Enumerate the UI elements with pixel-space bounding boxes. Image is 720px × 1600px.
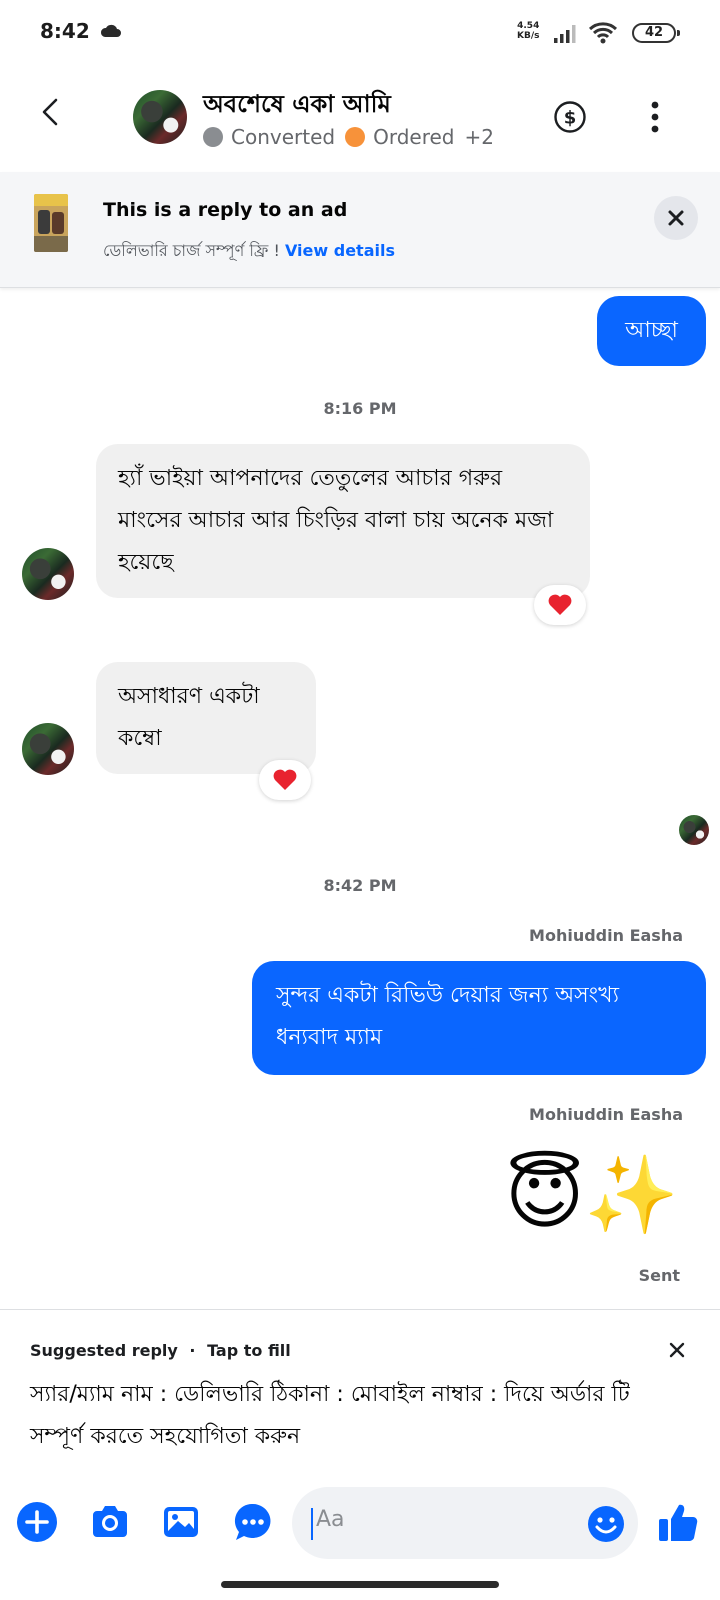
dollar-icon[interactable]: $ [553, 100, 587, 134]
plus-icon[interactable] [16, 1501, 58, 1543]
more-options-icon[interactable] [650, 100, 660, 134]
message-outgoing-emoji[interactable]: 😇✨ [505, 1150, 679, 1240]
suggested-reply-header: Suggested reply · Tap to fill [30, 1341, 291, 1360]
sender-name: Mohiuddin Easha [529, 926, 683, 945]
emoji-icon[interactable] [587, 1505, 625, 1543]
message-input-placeholder: Aa [316, 1507, 345, 1532]
heart-icon [548, 594, 572, 615]
read-receipt-avatar [679, 815, 709, 845]
label-dot-icon [203, 127, 223, 147]
ad-banner-subtitle: ডেলিভারি চার্জ সম্পূর্ণ ফ্রি ! View deta… [103, 241, 395, 260]
cloud-icon [100, 24, 121, 37]
home-indicator[interactable] [221, 1581, 499, 1588]
more-labels-count[interactable]: +2 [465, 125, 494, 149]
conversation-header: অবশেষে একা আমি Converted Ordered +2 $ [0, 64, 720, 172]
back-arrow-icon[interactable] [34, 94, 70, 130]
camera-icon[interactable] [89, 1501, 131, 1543]
close-icon [668, 210, 684, 226]
heart-icon [273, 769, 297, 790]
svg-text:$: $ [564, 108, 577, 129]
message-incoming[interactable]: অসাধারণ একটা কম্বো [96, 662, 316, 774]
suggested-reply-text[interactable]: স্যার/ম্যাম নাম : ডেলিভারি ঠিকানা : মোবা… [30, 1374, 690, 1458]
network-speed: 4.54 KB/s [517, 21, 540, 41]
thumbs-up-icon[interactable] [656, 1501, 700, 1545]
label-ordered[interactable]: Ordered [345, 125, 455, 149]
ad-thumbnail[interactable] [34, 194, 68, 252]
message-incoming[interactable]: হ্যাঁ ভাইয়া আপনাদের তেতুলের আচার গরুর ম… [96, 444, 590, 598]
contact-labels[interactable]: Converted Ordered +2 [203, 125, 494, 149]
message-reaction[interactable] [534, 585, 586, 625]
close-banner-button[interactable] [654, 196, 698, 240]
ad-reply-banner: This is a reply to an ad ডেলিভারি চার্জ … [0, 172, 720, 288]
message-composer: Aa [0, 1474, 720, 1574]
message-reaction[interactable] [259, 760, 311, 800]
message-outgoing[interactable]: আচ্ছা [597, 296, 706, 366]
signal-icon [554, 25, 576, 43]
suggested-reply-panel: Suggested reply · Tap to fill স্যার/ম্যা… [0, 1309, 720, 1474]
chat-bubble-icon[interactable] [232, 1501, 274, 1543]
wifi-icon [588, 22, 618, 44]
view-details-link[interactable]: View details [285, 241, 395, 260]
sender-avatar[interactable] [22, 723, 74, 775]
gallery-icon[interactable] [160, 1501, 202, 1543]
timestamp: 8:16 PM [323, 399, 397, 418]
close-suggestion-icon[interactable] [666, 1339, 688, 1361]
timestamp: 8:42 PM [323, 876, 397, 895]
sender-name: Mohiuddin Easha [529, 1105, 683, 1124]
message-status: Sent [638, 1266, 680, 1285]
contact-name[interactable]: অবশেষে একা আমি [203, 86, 391, 126]
sender-avatar[interactable] [22, 548, 74, 600]
ad-banner-title: This is a reply to an ad [103, 199, 348, 221]
status-bar: 8:42 4.54 KB/s 42 [0, 0, 720, 64]
text-caret [311, 1508, 313, 1540]
contact-avatar[interactable] [133, 90, 187, 144]
status-time: 8:42 [40, 19, 90, 43]
label-dot-icon [345, 127, 366, 147]
message-input[interactable]: Aa [292, 1487, 638, 1559]
message-outgoing[interactable]: সুন্দর একটা রিভিউ দেয়ার জন্য অসংখ্য ধন্… [252, 961, 706, 1075]
battery-icon: 42 [632, 23, 680, 43]
label-converted[interactable]: Converted [203, 125, 335, 149]
